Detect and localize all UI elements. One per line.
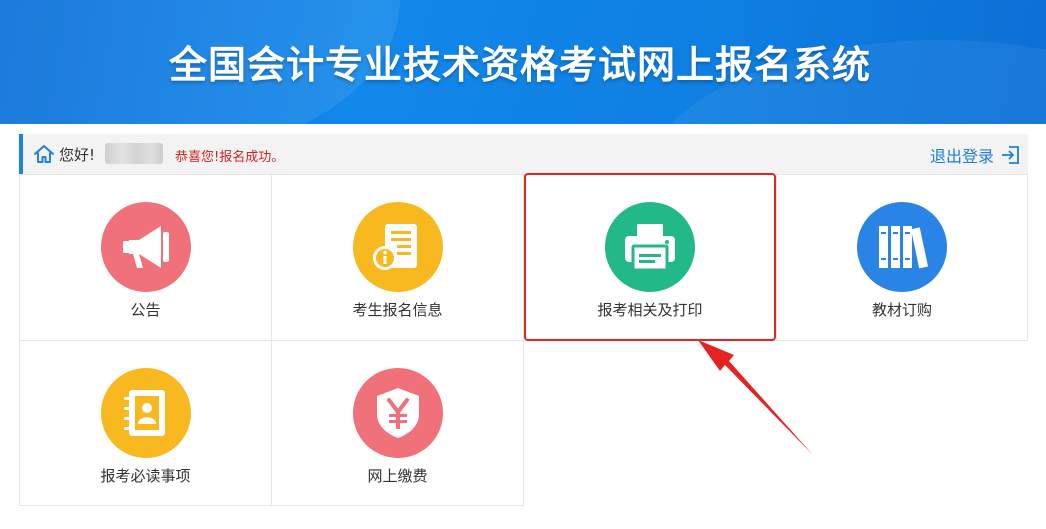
system-title: 全国会计专业技术资格考试网上报名系统 [168, 43, 871, 87]
books-icon [857, 202, 947, 292]
header-banner: 全国会计专业技术资格考试网上报名系统 [0, 0, 1046, 124]
greeting-text: 您好! [59, 146, 96, 164]
tile-registration-info[interactable]: 考生报名信息 [272, 175, 523, 340]
logout-label: 退出登录 [929, 147, 994, 166]
tile-label: 考生报名信息 [352, 301, 443, 319]
grid-border [1027, 174, 1028, 341]
tile-must-read[interactable]: 报考必读事项 [20, 341, 271, 505]
user-toolbar: 您好! 恭喜您!报名成功。 退出登录 [19, 134, 1028, 174]
tile-label: 公告 [130, 301, 161, 319]
contact-book-icon [100, 368, 191, 458]
megaphone-icon [100, 202, 191, 292]
annotation-arrow [698, 340, 813, 455]
tile-announcement[interactable]: 公告 [20, 175, 271, 340]
tile-label: 报考必读事项 [100, 467, 191, 485]
logout-button[interactable]: 退出登录 [930, 143, 1020, 167]
yuan-shield-icon [352, 368, 443, 458]
tile-label: 网上缴费 [367, 467, 428, 485]
success-message: 恭喜您!报名成功。 [175, 150, 285, 165]
logout-icon [1002, 146, 1019, 164]
home-icon[interactable] [33, 143, 55, 165]
tile-online-payment[interactable]: 网上缴费 [272, 341, 523, 505]
info-document-icon [352, 202, 443, 292]
username-blurred [105, 143, 163, 164]
